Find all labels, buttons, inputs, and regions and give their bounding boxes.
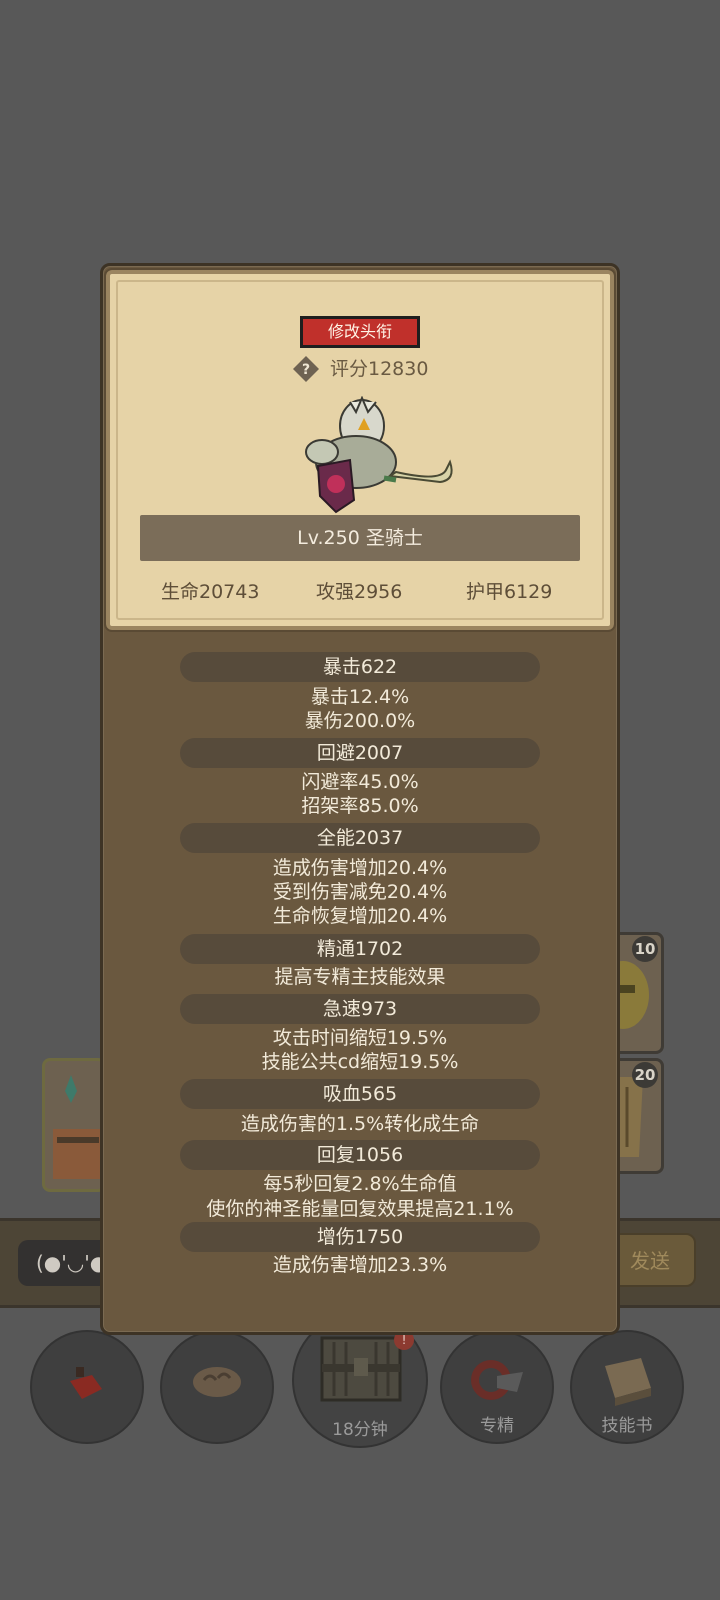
attr-header-regen: 回复1056 bbox=[180, 1140, 540, 1170]
attr-line: 技能公共cd缩短19.5% bbox=[261, 1051, 459, 1073]
change-title-button[interactable]: 修改头衔 bbox=[300, 316, 420, 348]
attr-line: 暴击12.4% bbox=[310, 686, 410, 708]
paladin-avatar bbox=[305, 396, 453, 514]
attr-line: 闪避率45.0% bbox=[301, 771, 419, 793]
attr-line: 暴伤200.0% bbox=[304, 710, 416, 732]
potion-button[interactable] bbox=[30, 1330, 144, 1444]
score-text: 评分12830 bbox=[330, 358, 429, 380]
skill-book-button[interactable]: 技能书 bbox=[570, 1330, 684, 1444]
attr-header-mastery: 精通1702 bbox=[180, 934, 540, 964]
specialization-button[interactable]: 专精 bbox=[440, 1330, 554, 1444]
attr-line: 受到伤害减免20.4% bbox=[272, 881, 448, 903]
character-name-bar: Lv.250 圣骑士 bbox=[140, 515, 580, 561]
attr-header-crit: 暴击622 bbox=[180, 652, 540, 682]
bread-button[interactable] bbox=[160, 1330, 274, 1444]
health-stat: 生命20743 bbox=[161, 581, 260, 603]
attr-line: 造成伤害增加20.4% bbox=[272, 857, 448, 879]
potion-icon bbox=[70, 1367, 102, 1400]
attr-header-versatility: 全能2037 bbox=[180, 823, 540, 853]
armor-stat: 护甲6129 bbox=[466, 581, 553, 603]
svg-text:?: ? bbox=[302, 362, 310, 378]
attr-header-haste: 急速973 bbox=[180, 994, 540, 1024]
slot-level-badge: 10 bbox=[632, 936, 658, 962]
bottom-button-label: 专精 bbox=[480, 1416, 514, 1436]
help-icon[interactable]: ? bbox=[292, 355, 320, 383]
attr-header-damage-bonus: 增伤1750 bbox=[180, 1222, 540, 1252]
bottom-button-label: 技能书 bbox=[601, 1416, 653, 1436]
chest-icon bbox=[320, 1336, 402, 1402]
specialization-icon bbox=[471, 1360, 523, 1401]
attr-line: 生命恢复增加20.4% bbox=[272, 905, 448, 927]
attr-line: 造成伤害的1.5%转化成生命 bbox=[240, 1113, 480, 1135]
skill-book-icon bbox=[605, 1358, 651, 1407]
attack-power-stat: 攻强2956 bbox=[316, 581, 403, 603]
attr-header-lifesteal: 吸血565 bbox=[180, 1079, 540, 1109]
bread-icon bbox=[193, 1367, 241, 1398]
chest-timer-label: 18分钟 bbox=[332, 1420, 388, 1440]
attr-line: 使你的神圣能量回复效果提高21.1% bbox=[206, 1198, 514, 1220]
attr-header-dodge: 回避2007 bbox=[180, 738, 540, 768]
attr-line: 攻击时间缩短19.5% bbox=[272, 1027, 448, 1049]
attr-line: 每5秒回复2.8%生命值 bbox=[263, 1173, 457, 1195]
attr-line: 提高专精主技能效果 bbox=[274, 966, 446, 988]
attr-line: 招架率85.0% bbox=[301, 795, 419, 817]
attr-line: 造成伤害增加23.3% bbox=[272, 1254, 448, 1276]
